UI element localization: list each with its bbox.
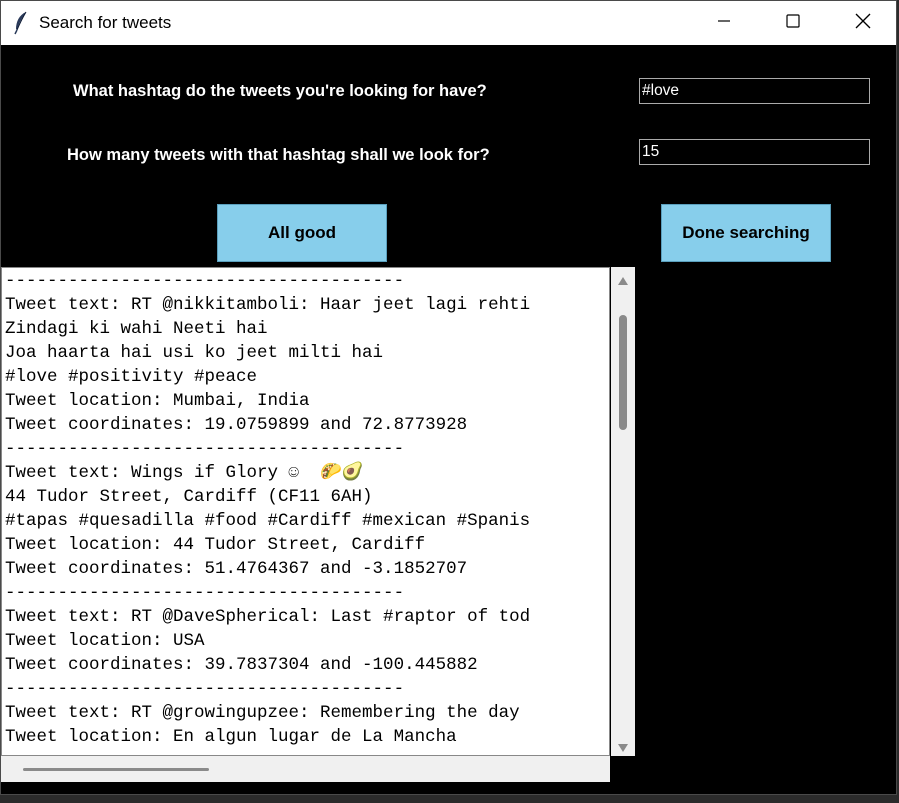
result-line: Zindagi ki wahi Neeti hai <box>5 319 268 339</box>
result-line: #tapas #quesadilla #food #Cardiff #mexic… <box>5 511 531 531</box>
result-line: Joa haarta hai usi ko jeet milti hai <box>5 343 384 363</box>
result-line: Tweet text: RT @nikkitamboli: Haar jeet … <box>5 295 531 315</box>
vertical-scroll-thumb[interactable] <box>619 315 627 430</box>
result-line: Tweet coordinates: 39.7837304 and -100.4… <box>5 655 478 675</box>
hashtag-label: What hashtag do the tweets you're lookin… <box>73 82 487 100</box>
result-line: #love #positivity #peace <box>5 367 258 387</box>
close-button[interactable] <box>828 1 896 45</box>
done-searching-button[interactable]: Done searching <box>661 204 831 262</box>
window-title: Search for tweets <box>39 13 172 32</box>
result-line: Tweet coordinates: 51.4764367 and -3.185… <box>5 559 468 579</box>
result-line: Tweet location: Mumbai, India <box>5 391 310 411</box>
vertical-scrollbar[interactable] <box>611 267 635 756</box>
result-line: -------------------------------------- <box>5 271 405 291</box>
title-bar[interactable]: Search for tweets <box>1 1 896 45</box>
app-window: Search for tweets What hashtag do the tw… <box>0 0 897 795</box>
scroll-up-icon[interactable] <box>617 273 629 285</box>
result-line: -------------------------------------- <box>5 439 405 459</box>
results-lines: -------------------------------------- Tw… <box>5 269 530 749</box>
maximize-icon <box>786 13 800 33</box>
result-line: Tweet location: 44 Tudor Street, Cardiff <box>5 535 426 555</box>
minimize-button[interactable] <box>689 1 759 45</box>
result-line: Tweet text: RT @growingupzee: Rememberin… <box>5 703 520 723</box>
result-line: -------------------------------------- <box>5 679 405 699</box>
tweet-count-label: How many tweets with that hashtag shall … <box>67 146 490 164</box>
hashtag-input[interactable] <box>639 78 870 104</box>
result-line: Tweet coordinates: 19.0759899 and 72.877… <box>5 415 468 435</box>
tweet-count-input[interactable] <box>639 139 870 165</box>
feather-icon <box>13 11 29 35</box>
horizontal-scrollbar[interactable] <box>1 756 610 782</box>
result-line: Tweet location: En algun lugar de La Man… <box>5 727 457 747</box>
close-icon <box>855 13 871 34</box>
all-good-button[interactable]: All good <box>217 204 387 262</box>
result-line: -------------------------------------- <box>5 583 405 603</box>
results-text-area[interactable]: -------------------------------------- Tw… <box>1 267 610 756</box>
horizontal-scroll-thumb[interactable] <box>23 768 209 771</box>
minimize-icon <box>717 14 731 33</box>
result-line: 44 Tudor Street, Cardiff (CF11 6AH) <box>5 487 373 507</box>
result-line: Tweet text: RT @DaveSpherical: Last #rap… <box>5 607 531 627</box>
result-line: Tweet text: Wings if Glory ☺ 🌮🥑 <box>5 463 364 483</box>
scroll-down-icon[interactable] <box>617 740 629 752</box>
maximize-button[interactable] <box>758 1 828 45</box>
result-line: Tweet location: USA <box>5 631 205 651</box>
